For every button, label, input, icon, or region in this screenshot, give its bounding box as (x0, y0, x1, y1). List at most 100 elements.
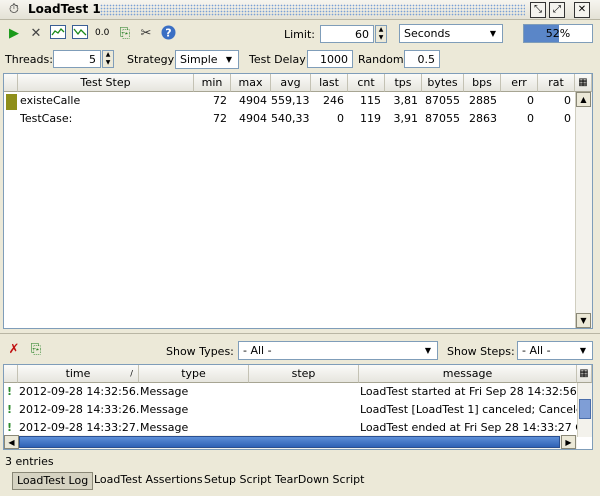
table-cell: 0 (564, 112, 571, 125)
reset-stats-label[interactable]: 0.0 (95, 28, 109, 38)
threads-stepper[interactable]: ▲ ▼ (102, 50, 114, 68)
log-step (249, 383, 359, 401)
log-table: time / type step message ▦ ! 2012-09-28 … (3, 364, 593, 450)
window-title: LoadTest 1 (28, 2, 101, 16)
show-steps-label: Show Steps: (447, 345, 515, 358)
close-icon[interactable]: ✕ (574, 2, 590, 18)
stats-header-bps[interactable]: bps (464, 74, 501, 92)
table-cell: 3,81 (393, 94, 419, 107)
svg-text:?: ? (165, 27, 171, 40)
log-message: LoadTest [LoadTest 1] canceled; Canceled (360, 403, 577, 416)
log-horizontal-scrollbar[interactable]: ◀ ▶ (4, 435, 577, 449)
log-header-type[interactable]: type (139, 365, 249, 383)
run-icon[interactable]: ▶ (5, 25, 23, 43)
scroll-thumb[interactable] (579, 399, 591, 419)
table-cell: 72 (213, 94, 227, 107)
scroll-thumb[interactable] (19, 436, 560, 448)
table-row-name[interactable]: TestCase: (20, 110, 192, 128)
stats-header-err[interactable]: err (501, 74, 538, 92)
log-entry-icon: ! (7, 385, 13, 398)
minimize-icon[interactable]: ⤡ (530, 2, 546, 18)
table-cell: 3,91 (393, 112, 419, 125)
random-label: Random (358, 53, 404, 66)
log-header-message[interactable]: message (359, 365, 577, 383)
stats-header-rat[interactable]: rat (538, 74, 575, 92)
log-header-time-label: time (65, 367, 91, 380)
limit-unit-value: Seconds (404, 27, 451, 40)
table-cell: 246 (323, 94, 344, 107)
threads-input[interactable] (53, 50, 101, 68)
strategy-select[interactable]: Simple ▼ (175, 50, 239, 69)
maximize-icon[interactable]: ⤢ (549, 2, 565, 18)
limit-input[interactable] (320, 25, 374, 43)
scroll-up-icon[interactable]: ▲ (576, 92, 591, 107)
show-types-label: Show Types: (166, 345, 234, 358)
scroll-left-icon[interactable]: ◀ (4, 435, 19, 449)
tab-loadtest-log[interactable]: LoadTest Log (12, 472, 94, 490)
statistics-graph-icon[interactable] (49, 25, 67, 43)
table-cell: 2885 (469, 94, 497, 107)
stats-table: Test Step min max avg last cnt tps bytes… (3, 73, 593, 329)
tab-setup-script[interactable]: Setup Script (200, 472, 275, 490)
help-icon[interactable]: ? (159, 25, 177, 43)
table-cell: 0 (527, 94, 534, 107)
log-header-time[interactable]: time / (18, 365, 139, 383)
table-cell: 119 (360, 112, 381, 125)
cancel-icon[interactable]: ✕ (27, 25, 45, 43)
table-row-name[interactable]: existeCalle (20, 92, 192, 110)
strategy-value: Simple (180, 53, 218, 66)
scroll-right-icon[interactable]: ▶ (561, 435, 576, 449)
log-step (249, 401, 359, 419)
clear-log-icon[interactable]: ✗ (5, 341, 23, 359)
column-chooser-icon[interactable]: ▦ (577, 365, 592, 383)
random-input[interactable] (404, 50, 440, 68)
log-type: Message (140, 385, 189, 398)
options-tools-icon[interactable]: ✂ (137, 25, 155, 43)
chevron-down-icon: ▼ (579, 346, 587, 355)
stopwatch-icon: ⏱ (8, 2, 20, 17)
export-log-icon[interactable]: ⎘ (27, 341, 45, 359)
show-steps-select[interactable]: - All - ▼ (517, 341, 593, 360)
show-types-select[interactable]: - All - ▼ (238, 341, 438, 360)
table-cell: 115 (360, 94, 381, 107)
log-header-step[interactable]: step (249, 365, 359, 383)
export-icon[interactable]: ⎘ (116, 25, 134, 43)
tab-teardown-script[interactable]: TearDown Script (271, 472, 368, 490)
scroll-down-icon[interactable]: ▼ (576, 313, 591, 328)
limit-stepper[interactable]: ▲ ▼ (375, 25, 387, 43)
show-types-value: - All - (243, 344, 272, 357)
log-type: Message (140, 403, 189, 416)
test-delay-input[interactable] (307, 50, 353, 68)
chevron-down-icon: ▼ (424, 346, 432, 355)
chevron-down-icon: ▼ (489, 29, 497, 38)
log-time: 2012-09-28 14:32:56... (19, 385, 139, 398)
log-header-marker (4, 365, 18, 383)
history-graph-icon[interactable] (71, 25, 89, 43)
table-cell: 72 (213, 112, 227, 125)
limit-unit-select[interactable]: Seconds ▼ (399, 24, 503, 43)
tab-loadtest-assertions[interactable]: LoadTest Assertions (90, 472, 207, 490)
chevron-down-icon: ▼ (225, 55, 233, 64)
stats-header-avg[interactable]: avg (271, 74, 311, 92)
stats-header-bytes[interactable]: bytes (422, 74, 464, 92)
stats-header-cnt[interactable]: cnt (348, 74, 385, 92)
stats-scrollbar[interactable]: ▲ ▼ (575, 92, 592, 328)
table-cell: 0 (337, 112, 344, 125)
table-cell: 0 (527, 112, 534, 125)
table-cell: 4904 (239, 112, 267, 125)
splitter[interactable] (0, 333, 600, 334)
stats-header-marker (4, 74, 18, 92)
log-entry-icon: ! (7, 403, 13, 416)
threads-label: Threads: (5, 53, 53, 66)
stats-header-min[interactable]: min (194, 74, 231, 92)
log-vertical-scrollbar[interactable] (577, 383, 592, 437)
stats-header-max[interactable]: max (231, 74, 271, 92)
table-cell: 87055 (425, 112, 460, 125)
stats-header-last[interactable]: last (311, 74, 348, 92)
entries-count: 3 entries (5, 455, 54, 468)
stats-header-test-step[interactable]: Test Step (18, 74, 194, 92)
stats-header-tps[interactable]: tps (385, 74, 422, 92)
column-chooser-icon[interactable]: ▦ (575, 74, 592, 92)
table-cell: 540,33 (271, 112, 310, 125)
test-delay-label: Test Delay (249, 53, 306, 66)
